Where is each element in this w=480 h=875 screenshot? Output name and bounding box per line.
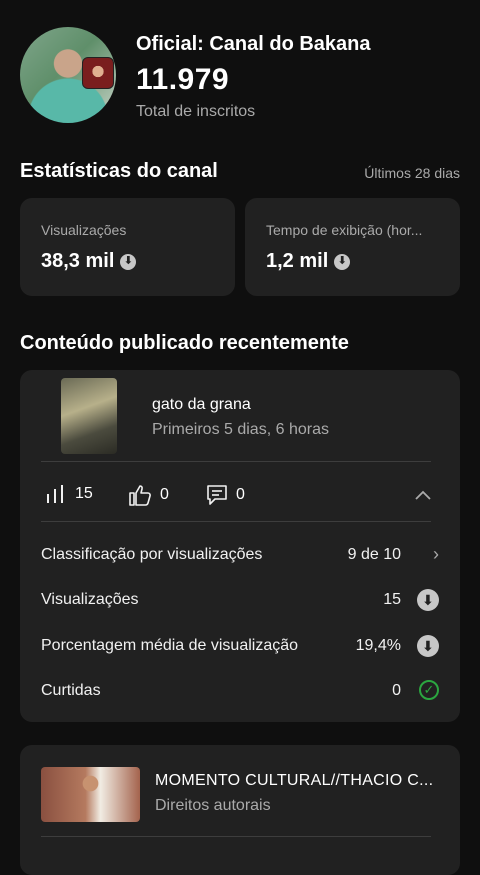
arrow-down-circle-icon: ⬇	[417, 635, 439, 657]
detail-row-avg-view-percentage: Porcentagem média de visualização 19,4% …	[41, 631, 439, 661]
channel-name: Oficial: Canal do Bakana	[136, 33, 371, 55]
detail-label: Porcentagem média de visualização	[41, 637, 299, 654]
watch-time-stat-card[interactable]: Tempo de exibição (hor... 1,2 mil ⬇	[245, 198, 460, 296]
watch-time-stat-value-row: 1,2 mil ⬇	[266, 250, 351, 273]
detail-row-likes: Curtidas 0 ✓	[41, 676, 439, 706]
views-stat-value-row: 38,3 mil ⬇	[41, 250, 137, 273]
detail-label: Visualizações	[41, 591, 139, 608]
stats-section-title: Estatísticas do canal	[20, 160, 218, 182]
views-stat-label: Visualizações	[41, 222, 127, 238]
divider	[41, 836, 431, 837]
detail-value: 0	[392, 682, 401, 699]
watch-time-stat-label: Tempo de exibição (hor...	[266, 222, 423, 238]
channel-avatar[interactable]	[20, 27, 116, 123]
video-thumbnail[interactable]	[41, 767, 140, 822]
video-thumbnail[interactable]	[61, 378, 117, 454]
comment-icon	[207, 485, 227, 505]
likes-metric-value: 0	[160, 486, 169, 503]
check-circle-icon: ✓	[419, 680, 439, 700]
likes-metric: 0	[128, 484, 169, 506]
views-stat-value: 38,3 mil	[41, 250, 115, 272]
avatar-badge-image	[82, 57, 114, 89]
recent-video-card[interactable]: gato da grana Primeiros 5 dias, 6 horas …	[20, 370, 460, 722]
detail-label: Classificação por visualizações	[41, 546, 263, 563]
detail-row-views: Visualizações 15 ⬇	[41, 585, 439, 615]
thumb-up-icon	[129, 485, 151, 506]
arrow-down-circle-icon: ⬇	[417, 589, 439, 611]
divider	[41, 521, 431, 522]
subscriber-label: Total de inscritos	[136, 103, 256, 120]
stats-period: Últimos 28 dias	[364, 165, 460, 181]
arrow-down-circle-icon: ⬇	[120, 253, 137, 270]
comments-metric: 0	[206, 484, 245, 506]
video-subtitle: Primeiros 5 dias, 6 horas	[152, 421, 329, 438]
views-stat-card[interactable]: Visualizações 38,3 mil ⬇	[20, 198, 235, 296]
video-title[interactable]: gato da grana	[152, 396, 251, 414]
chevron-right-icon[interactable]: ›	[433, 544, 439, 565]
video-metrics-row: 15 0 0	[20, 462, 460, 522]
subscriber-count: 11.979	[136, 63, 230, 96]
detail-row-ranking[interactable]: Classificação por visualizações 9 de 10 …	[41, 540, 439, 570]
views-metric-value: 15	[75, 485, 93, 502]
views-metric: 15	[45, 484, 93, 504]
bar-chart-icon	[47, 485, 63, 503]
video-title[interactable]: MOMENTO CULTURAL//THACIO C...	[155, 772, 437, 790]
channel-header: Oficial: Canal do Bakana 11.979 Total de…	[0, 0, 480, 140]
comments-metric-value: 0	[236, 486, 245, 503]
recent-section-title: Conteúdo publicado recentemente	[20, 332, 349, 354]
detail-label: Curtidas	[41, 682, 101, 699]
detail-value: 9 de 10	[347, 546, 401, 563]
recent-video-card[interactable]: MOMENTO CULTURAL//THACIO C... Direitos a…	[20, 745, 460, 875]
watch-time-stat-value: 1,2 mil	[266, 250, 329, 272]
chevron-up-icon[interactable]	[414, 488, 432, 506]
arrow-down-circle-icon: ⬇	[334, 253, 351, 270]
detail-value: 15	[383, 591, 401, 608]
video-subtitle: Direitos autorais	[155, 797, 271, 814]
detail-value: 19,4%	[355, 637, 401, 654]
